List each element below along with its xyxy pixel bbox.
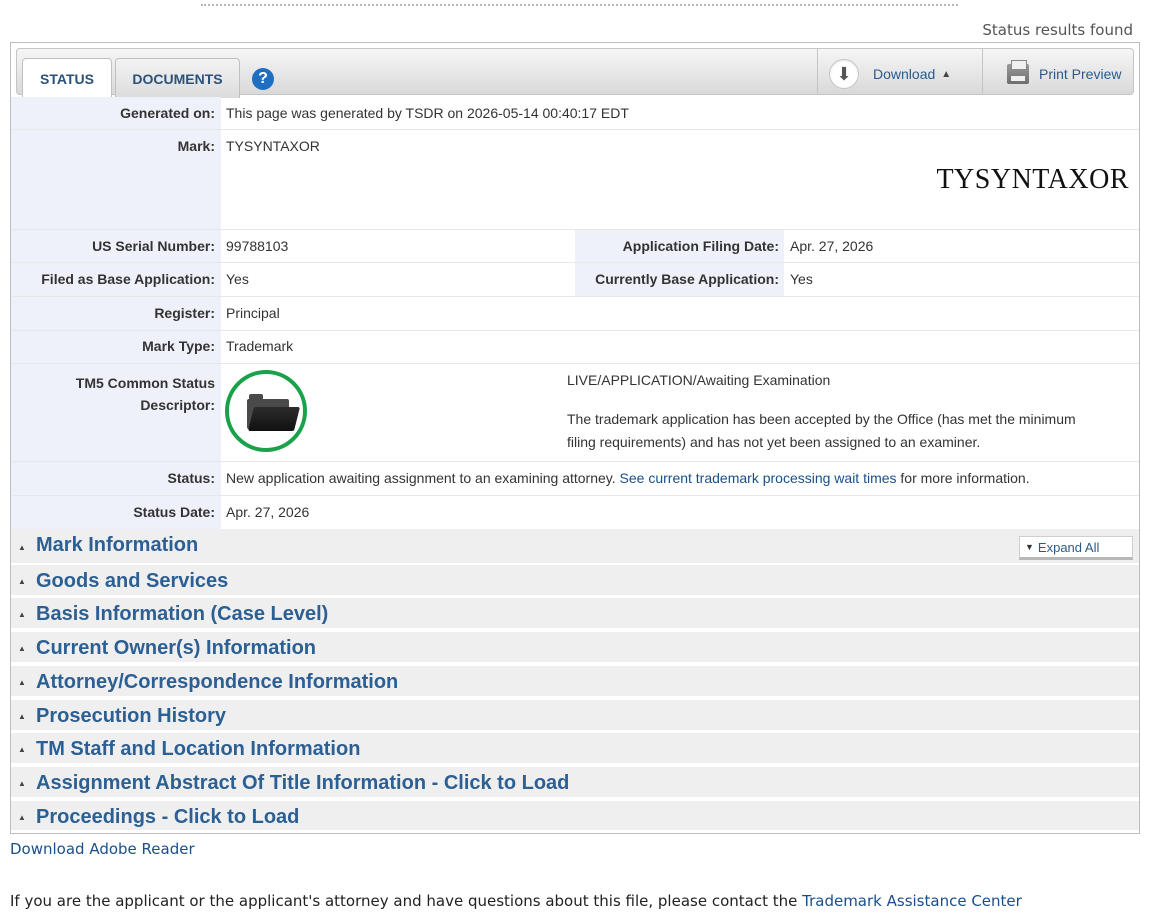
value-currently-base: Yes — [790, 271, 813, 287]
mark-image: TYSYNTAXOR — [936, 164, 1129, 195]
value-generated-on: This page was generated by TSDR on 2026-… — [226, 105, 629, 121]
print-preview-label: Print Preview — [1039, 66, 1122, 82]
label-tm5: TM5 Common Status Descriptor: — [11, 364, 221, 461]
label-generated-on: Generated on: — [11, 97, 221, 129]
collapse-arrow-icon: ▲ — [18, 678, 26, 687]
label-mark: Mark: — [11, 130, 221, 229]
tab-status[interactable]: STATUS — [22, 58, 112, 99]
footer-contact-text: If you are the applicant or the applican… — [10, 892, 1022, 910]
tm5-description-line2: filing requirements) and has not yet bee… — [567, 434, 981, 450]
section-prosecution-history[interactable]: ▲ Prosecution History — [11, 700, 1139, 732]
expand-all-label: Expand All — [1037, 539, 1100, 555]
section-assignment-abstract[interactable]: ▲ Assignment Abstract Of Title Informati… — [11, 767, 1139, 799]
tab-documents[interactable]: DOCUMENTS — [115, 58, 240, 98]
section-title: Current Owner(s) Information — [36, 637, 317, 659]
section-attorney-correspondence[interactable]: ▲ Attorney/Correspondence Information — [11, 666, 1139, 698]
row-status: Status: New application awaiting assignm… — [11, 462, 1139, 496]
tm5-description-line1: The trademark application has been accep… — [567, 411, 1076, 427]
value-status: New application awaiting assignment to a… — [226, 470, 1030, 486]
row-base-application: Filed as Base Application: Yes Currently… — [11, 263, 1139, 297]
collapse-arrow-icon: ▲ — [18, 813, 26, 822]
status-text: New application awaiting assignment to a… — [226, 470, 620, 486]
label-status: Status: — [11, 462, 221, 495]
section-title: Attorney/Correspondence Information — [36, 671, 399, 693]
download-button[interactable]: ⬇ Download ▲ — [829, 59, 951, 89]
row-mark: Mark: TYSYNTAXOR TYSYNTAXOR — [11, 130, 1139, 230]
status-text-after: for more information. — [896, 470, 1030, 486]
row-mark-type: Mark Type: Trademark — [11, 331, 1139, 364]
download-adobe-reader-link[interactable]: Download Adobe Reader — [10, 840, 195, 858]
section-mark-information[interactable]: ▲ Mark Information ▼ Expand All — [11, 529, 1139, 565]
top-divider — [201, 4, 958, 6]
value-mark: TYSYNTAXOR — [226, 138, 320, 154]
toolbar-divider — [982, 49, 983, 94]
printer-icon — [1007, 60, 1029, 84]
caret-down-icon: ▼ — [1025, 542, 1034, 552]
value-filed-base: Yes — [226, 271, 249, 287]
collapse-arrow-icon: ▲ — [18, 543, 26, 552]
row-generated-on: Generated on: This page was generated by… — [11, 97, 1139, 130]
section-title: Proceedings - Click to Load — [36, 806, 300, 828]
collapse-arrow-icon: ▲ — [18, 745, 26, 754]
download-arrow-icon: ⬇ — [829, 59, 859, 89]
collapse-arrow-icon: ▲ — [18, 644, 26, 653]
value-mark-type: Trademark — [226, 338, 294, 354]
collapse-arrow-icon: ▲ — [18, 712, 26, 721]
section-title: Mark Information — [36, 534, 199, 556]
tm5-title: LIVE/APPLICATION/Awaiting Examination — [567, 372, 831, 388]
row-serial: US Serial Number: 99788103 Application F… — [11, 230, 1139, 263]
value-serial: 99788103 — [226, 238, 289, 254]
print-preview-button[interactable]: Print Preview — [1007, 60, 1122, 87]
section-goods-and-services[interactable]: ▲ Goods and Services — [11, 565, 1139, 597]
footer-text: If you are the applicant or the applican… — [10, 892, 803, 910]
section-basis-information[interactable]: ▲ Basis Information (Case Level) — [11, 598, 1139, 630]
label-status-date: Status Date: — [11, 496, 221, 529]
section-title: Goods and Services — [36, 570, 229, 592]
section-title: Basis Information (Case Level) — [36, 603, 329, 625]
status-folder-icon — [225, 370, 307, 452]
download-label: Download — [873, 66, 936, 82]
row-tm5: TM5 Common Status Descriptor: LIVE/APPLI… — [11, 364, 1139, 462]
wait-times-link[interactable]: See current trademark processing wait ti… — [620, 470, 897, 486]
caret-up-icon: ▲ — [941, 68, 952, 80]
toolbar: STATUS DOCUMENTS ? ⬇ Download ▲ Print Pr… — [16, 48, 1134, 99]
label-tm5-line1: TM5 Common Status — [75, 375, 215, 391]
value-register: Principal — [226, 305, 280, 321]
label-currently-base: Currently Base Application: — [575, 263, 784, 296]
section-title: Prosecution History — [36, 705, 227, 727]
results-found-text: Status results found — [982, 21, 1133, 39]
row-register: Register: Principal — [11, 297, 1139, 331]
collapse-arrow-icon: ▲ — [18, 577, 26, 586]
section-proceedings[interactable]: ▲ Proceedings - Click to Load — [11, 801, 1139, 832]
value-filing-date: Apr. 27, 2026 — [790, 238, 874, 254]
label-filed-base: Filed as Base Application: — [11, 263, 221, 296]
section-title: TM Staff and Location Information — [36, 738, 361, 760]
help-icon[interactable]: ? — [252, 68, 274, 90]
label-register: Register: — [11, 297, 221, 330]
row-status-date: Status Date: Apr. 27, 2026 — [11, 496, 1139, 529]
collapse-arrow-icon: ▲ — [18, 610, 26, 619]
label-filing-date: Application Filing Date: — [575, 230, 784, 262]
label-serial: US Serial Number: — [11, 230, 221, 262]
folder-icon — [247, 394, 300, 431]
tm5-description: The trademark application has been accep… — [567, 408, 1076, 454]
value-status-date: Apr. 27, 2026 — [226, 504, 310, 520]
label-mark-type: Mark Type: — [11, 331, 221, 363]
toolbar-divider — [817, 49, 818, 94]
section-tm-staff[interactable]: ▲ TM Staff and Location Information — [11, 733, 1139, 765]
expand-all-button[interactable]: ▼ Expand All — [1019, 536, 1133, 560]
section-title: Assignment Abstract Of Title Information… — [36, 772, 570, 794]
status-panel: STATUS DOCUMENTS ? ⬇ Download ▲ Print Pr… — [10, 42, 1140, 834]
section-current-owners[interactable]: ▲ Current Owner(s) Information — [11, 632, 1139, 664]
collapse-arrow-icon: ▲ — [18, 779, 26, 788]
trademark-assistance-center-link[interactable]: Trademark Assistance Center — [802, 892, 1022, 910]
label-tm5-line2: Descriptor: — [140, 397, 215, 413]
